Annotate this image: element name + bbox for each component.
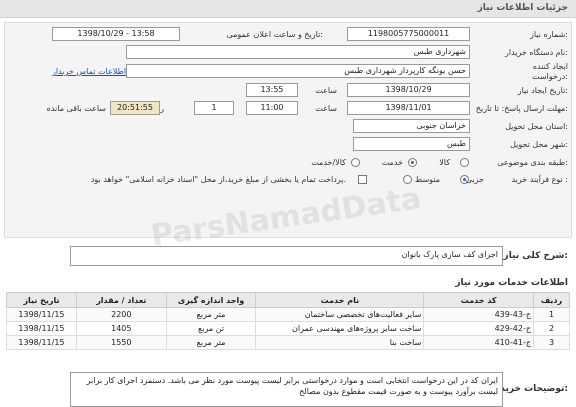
col-service-name: نام خدمت <box>255 292 425 308</box>
category-label: طبقه بندی موضوعی: <box>497 158 568 167</box>
category-service-label: خدمت <box>381 158 403 167</box>
cell-row-number: 3 <box>533 335 570 350</box>
requester-field: حسن یونگه کارپرداز شهرداری طبس <box>126 64 470 78</box>
city-label: شهر محل تحویل: <box>510 140 568 149</box>
requester-label-line1: ایجاد کننده <box>532 62 568 71</box>
services-section-title: اطلاعات خدمات مورد نیاز <box>455 278 568 288</box>
announce-datetime-field: 1398/10/29 - 13:58 <box>52 27 180 41</box>
cell-row-number: 1 <box>533 307 570 322</box>
treasury-payment-text: پرداخت تمام یا بخشی از مبلغ خرید،از محل … <box>90 175 346 184</box>
remaining-days-field: 1 <box>194 101 234 115</box>
deadline-time-field: 11:00 <box>246 101 298 115</box>
deadline-label: مهلت ارسال پاسخ: تا تاریخ: <box>475 104 568 113</box>
buyer-notes-label: توضیحات خریدار: <box>492 384 568 394</box>
cell-service-code: ج-41-410 <box>423 335 535 350</box>
category-goods-radio[interactable] <box>460 158 469 167</box>
table-row: 1398/11/15 1550 متر مربع ساخت بنا ج-41-4… <box>6 335 570 350</box>
cell-date: 1398/11/15 <box>6 321 77 336</box>
purchase-medium-label: متوسط <box>414 175 440 184</box>
created-time-label: ساعت <box>315 86 337 95</box>
purchase-type-label: نوع فرآیند خرید : <box>511 175 568 184</box>
col-service-code: کد خدمت <box>423 292 535 308</box>
city-field: طبس <box>353 137 470 151</box>
cell-unit: متر مربع <box>165 335 257 350</box>
cell-service-name: ساخت بنا <box>255 335 425 350</box>
cell-quantity: 2200 <box>75 307 167 322</box>
purchase-medium-radio[interactable] <box>403 175 412 184</box>
treasury-payment-checkbox[interactable] <box>358 175 367 184</box>
purchase-minor-label: جزیی <box>465 175 484 184</box>
category-goods-service-radio[interactable] <box>351 158 360 167</box>
cell-service-name: سایر فعالیت‌های تخصصی ساختمان <box>255 307 425 322</box>
col-date: تاریخ نیاز <box>6 292 77 308</box>
category-goods-label: کالا <box>439 158 450 167</box>
deadline-date-field: 1398/11/01 <box>347 101 470 115</box>
remaining-time-field: 20:51:55 <box>110 101 160 115</box>
table-row: 1398/11/15 1405 تن مربع ساخت سایر پروژه‌… <box>6 321 570 336</box>
buyer-org-field: شهرداری طبس <box>126 45 470 59</box>
page-header: جزئیات اطلاعات نیاز <box>0 0 576 18</box>
category-goods-service-label: کالا/خدمت <box>311 158 346 167</box>
buyer-org-label: نام دستگاه خریدار: <box>504 48 568 57</box>
buyer-contact-link[interactable]: اطلاعات تماس خریدار <box>52 67 126 76</box>
created-time-field: 13:55 <box>246 83 298 97</box>
cell-quantity: 1550 <box>75 335 167 350</box>
services-table-header: تاریخ نیاز تعداد / مقدار واحد اندازه گیر… <box>6 292 570 308</box>
general-desc-label: شرح کلی نیاز: <box>503 251 568 261</box>
cell-row-number: 2 <box>533 321 570 336</box>
deadline-time-label: ساعت <box>315 104 337 113</box>
general-desc-field: اجرای کف سازی پارک بانوان <box>70 246 503 266</box>
remaining-label: ساعت باقی مانده <box>46 104 106 113</box>
requester-label-line2: درخواست: <box>532 72 568 81</box>
cell-date: 1398/11/15 <box>6 335 77 350</box>
table-row: 1398/11/15 2200 متر مربع سایر فعالیت‌های… <box>6 307 570 322</box>
cell-quantity: 1405 <box>75 321 167 336</box>
province-field: خراسان جنوبی <box>353 119 470 133</box>
cell-service-code: ج-42-429 <box>423 321 535 336</box>
col-row: ردیف <box>533 292 570 308</box>
created-date-field: 1398/10/29 <box>347 83 470 97</box>
created-date-label: تاریخ ایجاد نیاز: <box>517 86 568 95</box>
cell-service-code: ج-43-439 <box>423 307 535 322</box>
need-number-label: شماره نیاز: <box>529 30 568 39</box>
cell-unit: تن مربع <box>165 321 257 336</box>
col-quantity: تعداد / مقدار <box>75 292 167 308</box>
buyer-notes-field: ایران کد در این درخواست انتخابی است و مو… <box>70 372 503 407</box>
announce-label: تاریخ و ساعت اعلان عمومی: <box>226 30 323 39</box>
category-service-radio[interactable] <box>408 158 417 167</box>
cell-unit: متر مربع <box>165 307 257 322</box>
col-unit: واحد اندازه گیری <box>165 292 257 308</box>
province-label: استان محل تحویل: <box>505 122 568 131</box>
page-title: جزئیات اطلاعات نیاز <box>477 3 568 13</box>
services-table: تاریخ نیاز تعداد / مقدار واحد اندازه گیر… <box>6 292 570 350</box>
need-number-field: 1198005775000011 <box>347 27 470 41</box>
cell-date: 1398/11/15 <box>6 307 77 322</box>
cell-service-name: ساخت سایر پروژه‌های مهندسی عمران <box>255 321 425 336</box>
